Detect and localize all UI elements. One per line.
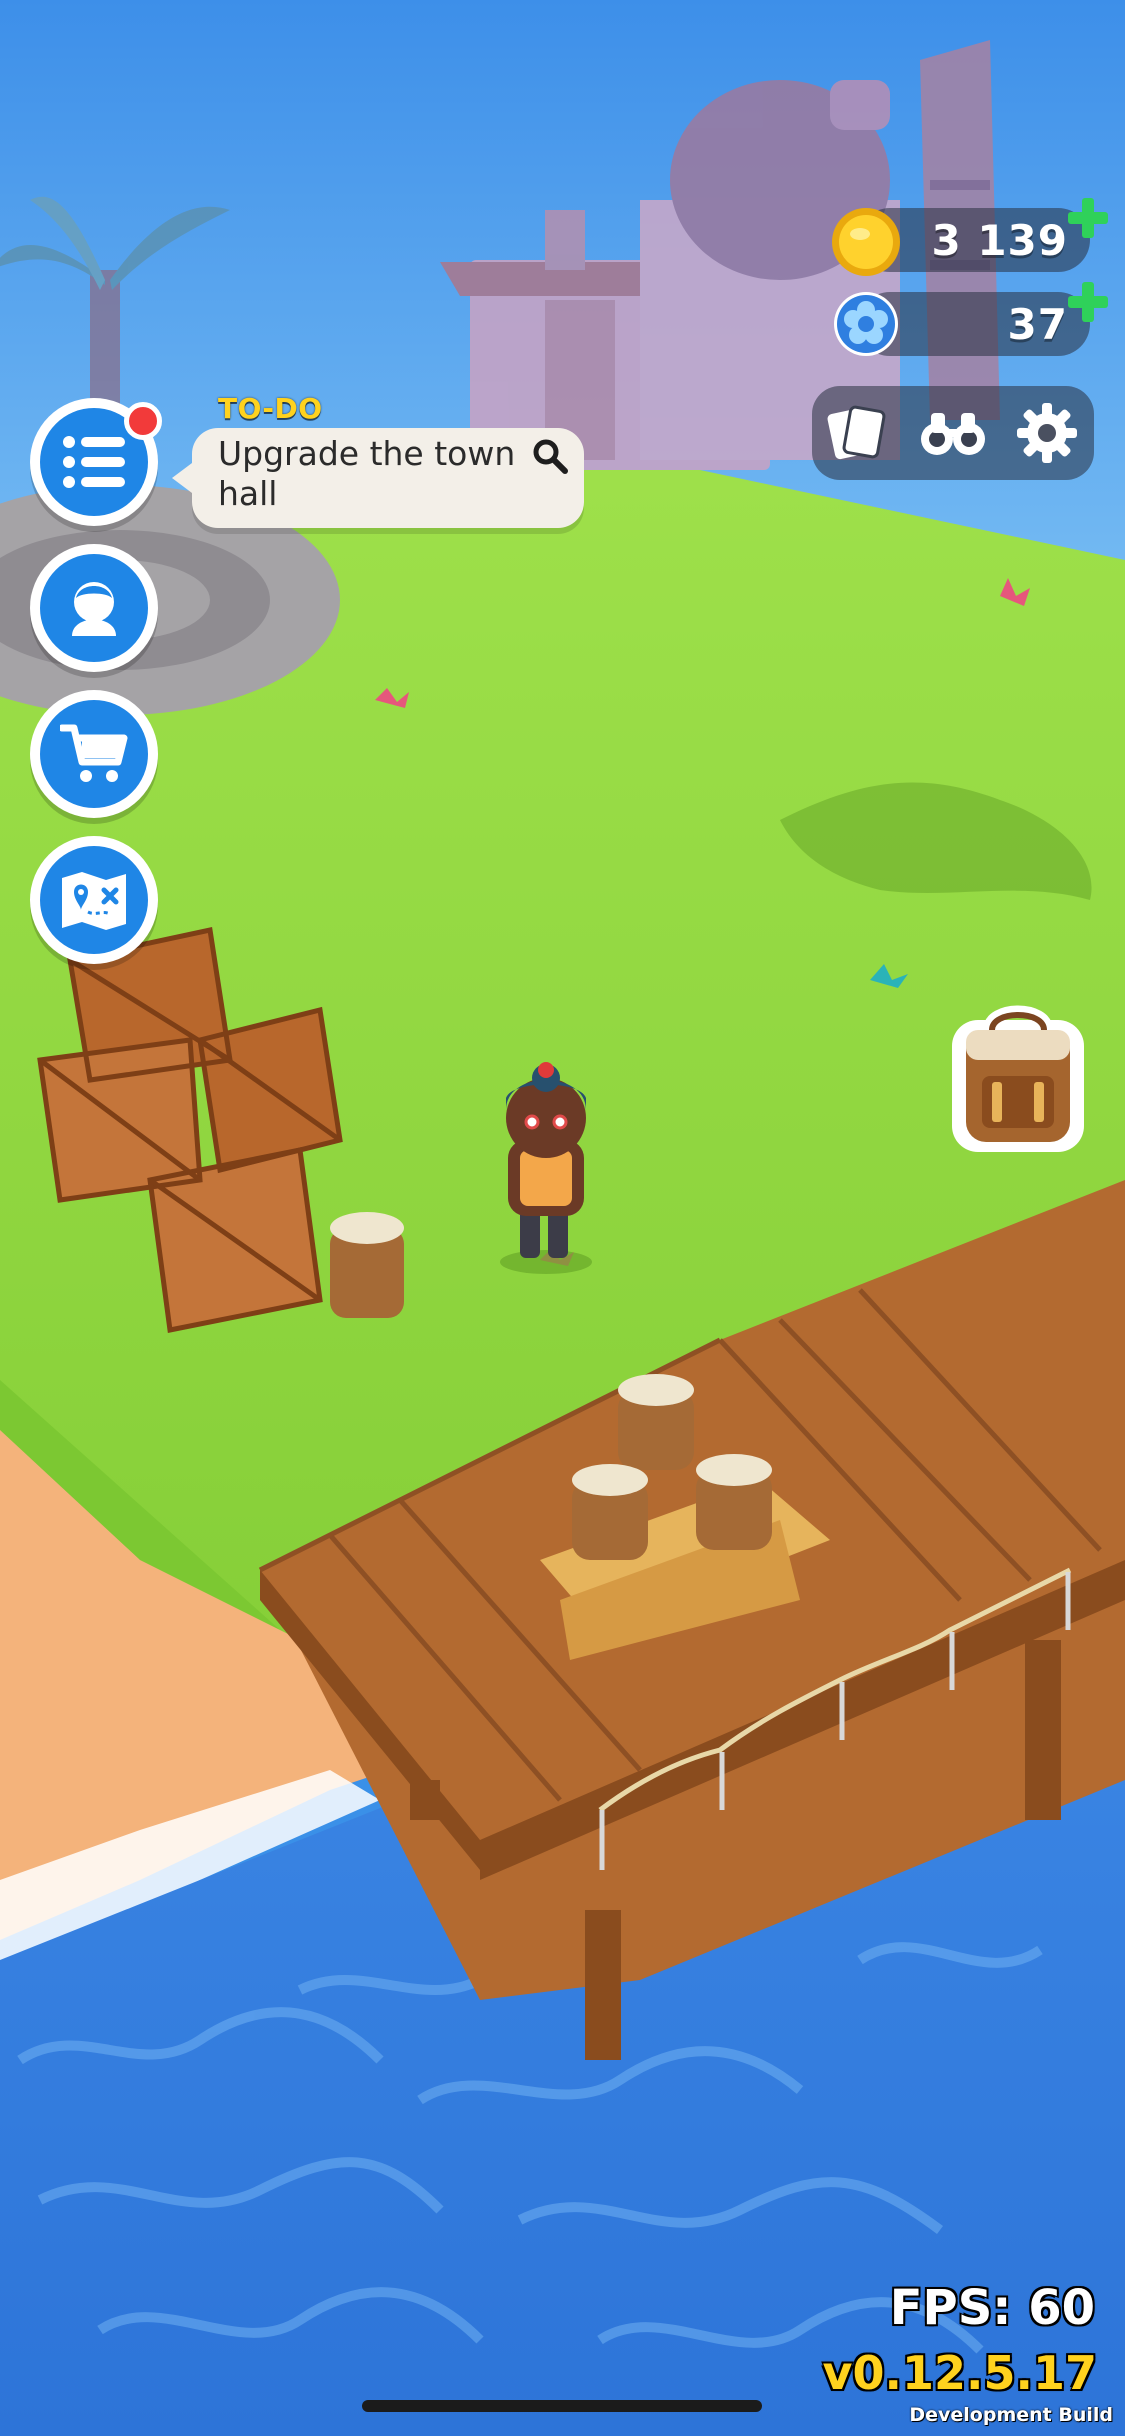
cards-button[interactable] — [812, 386, 902, 480]
binoculars-button[interactable] — [908, 386, 998, 480]
barrel — [330, 1212, 404, 1318]
flower-count: 37 — [1007, 299, 1068, 349]
todo-text: Upgrade the town hall — [218, 434, 516, 513]
todo-list-icon — [63, 436, 125, 488]
avatar-button[interactable] — [30, 544, 158, 672]
gold-coin-icon — [832, 208, 900, 276]
todo-label: TO-DO — [218, 392, 323, 425]
add-flowers-plus-icon[interactable] — [1066, 280, 1110, 324]
avatar-icon — [72, 582, 116, 636]
search-icon[interactable] — [530, 436, 570, 476]
cart-icon — [60, 724, 128, 782]
cards-icon — [827, 405, 886, 460]
island-world[interactable] — [0, 0, 1125, 2436]
development-build-label: Development Build — [909, 2404, 1113, 2426]
todo-bubble[interactable]: Upgrade the town hall — [192, 428, 584, 528]
map-icon — [62, 872, 126, 930]
map-button[interactable] — [30, 836, 158, 964]
blue-flower-icon — [834, 292, 898, 356]
shop-button[interactable] — [30, 690, 158, 818]
tool-bar — [812, 386, 1094, 480]
game-scene[interactable]: 3 139 37 TO-DO Upgrade the town hall FPS… — [0, 0, 1125, 2436]
backpack-icon[interactable] — [948, 996, 1088, 1156]
coin-count: 3 139 — [931, 215, 1068, 265]
add-coins-plus-icon[interactable] — [1066, 196, 1110, 240]
settings-button[interactable] — [1002, 386, 1092, 480]
version-label: v0.12.5.17 — [822, 2346, 1097, 2400]
notification-badge — [124, 402, 162, 440]
gear-icon — [1017, 403, 1077, 463]
home-indicator[interactable] — [362, 2400, 762, 2412]
binoculars-icon — [921, 413, 985, 455]
fps-counter: FPS: 60 — [889, 2280, 1095, 2336]
